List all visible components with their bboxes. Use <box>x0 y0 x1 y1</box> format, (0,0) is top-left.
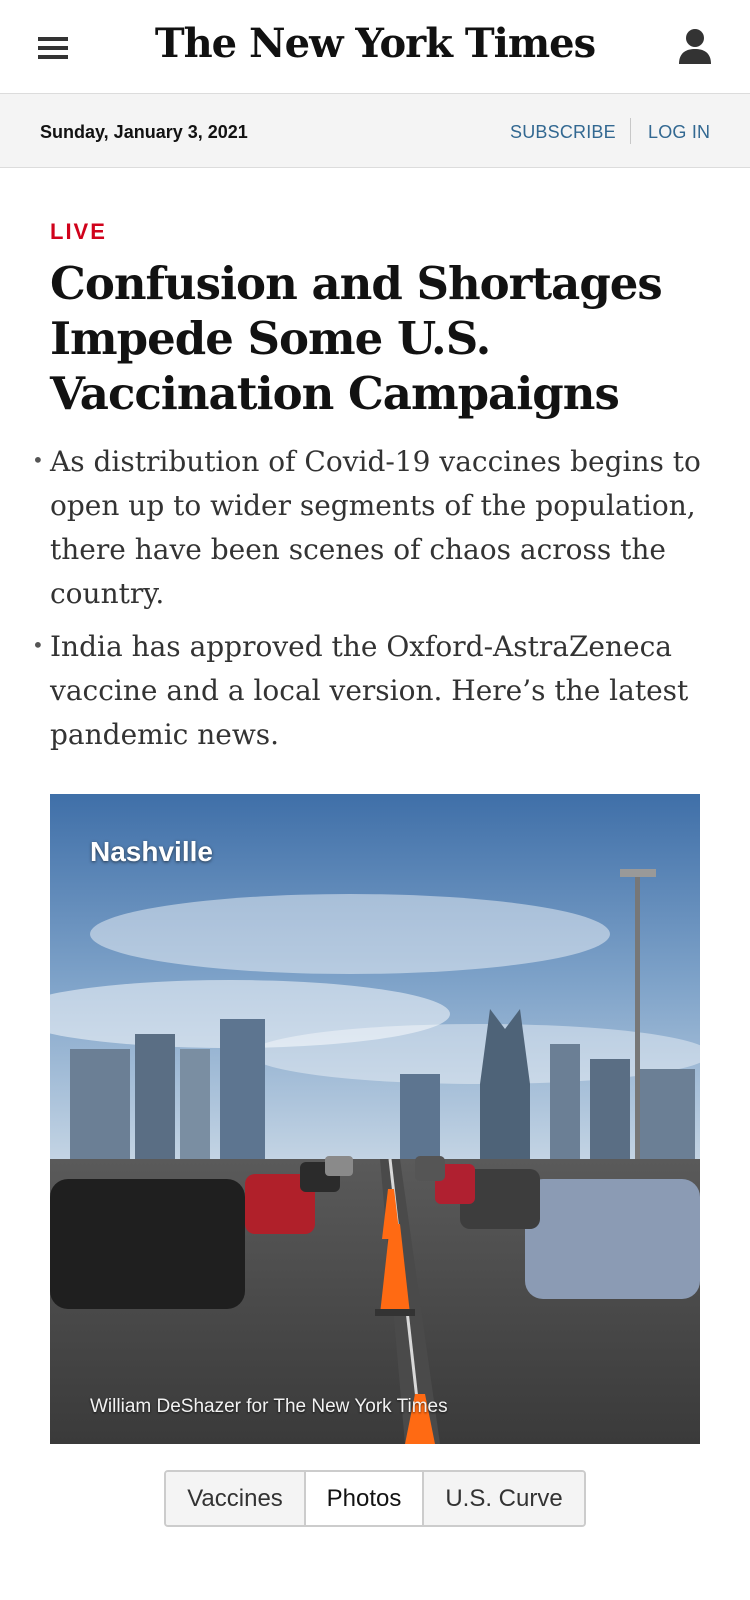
tab-vaccines[interactable]: Vaccines <box>166 1472 304 1525</box>
story-summary-list: • As distribution of Covid-19 vaccines b… <box>30 440 710 766</box>
photo-location-label: Nashville <box>90 836 213 867</box>
story-photo[interactable]: Nashville William DeShazer for The New Y… <box>50 794 700 1444</box>
login-link[interactable]: LOG IN <box>648 122 710 143</box>
summary-item: • As distribution of Covid-19 vaccines b… <box>30 440 710 616</box>
live-label: LIVE <box>50 219 107 244</box>
photo-credit: William DeShazer for The New York Times <box>90 1396 448 1417</box>
story-headline[interactable]: Confusion and Shortages Impede Some U.S.… <box>50 256 700 421</box>
summary-text: India has approved the Oxford-AstraZenec… <box>50 630 689 751</box>
tab-photos[interactable]: Photos <box>304 1472 422 1525</box>
date-bar: Sunday, January 3, 2021 SUBSCRIBE LOG IN <box>0 94 750 168</box>
user-account-icon[interactable] <box>678 28 712 66</box>
summary-text: As distribution of Covid-19 vaccines beg… <box>50 445 701 610</box>
bullet-icon: • <box>32 448 44 472</box>
nyt-logo[interactable]: The New York Times <box>0 20 750 67</box>
subscribe-link[interactable]: SUBSCRIBE <box>510 122 616 143</box>
current-date: Sunday, January 3, 2021 <box>40 122 248 142</box>
masthead: The New York Times <box>0 0 750 94</box>
summary-item: • India has approved the Oxford-AstraZen… <box>30 625 710 757</box>
divider <box>630 118 631 144</box>
story-tabs: Vaccines Photos U.S. Curve <box>164 1470 586 1527</box>
tab-us-curve[interactable]: U.S. Curve <box>422 1472 584 1525</box>
photo-image <box>50 794 700 1444</box>
bullet-icon: • <box>32 633 44 657</box>
